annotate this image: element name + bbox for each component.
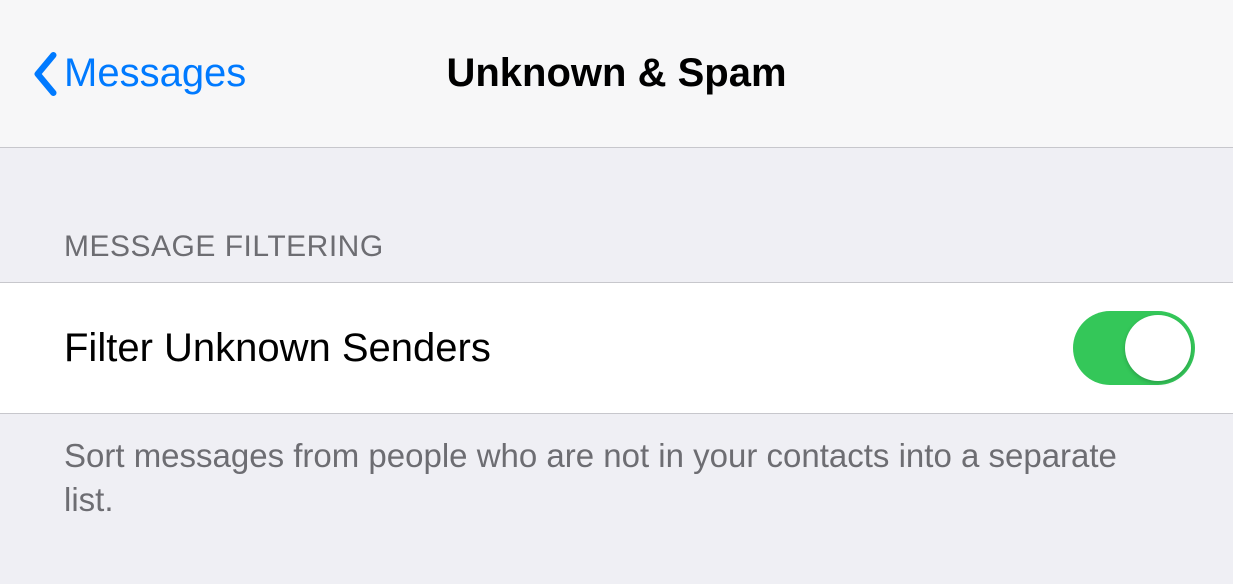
section-message-filtering: MESSAGE FILTERING Filter Unknown Senders…	[0, 148, 1233, 541]
toggle-knob	[1125, 315, 1191, 381]
section-header: MESSAGE FILTERING	[0, 148, 1233, 282]
row-filter-unknown-senders: Filter Unknown Senders	[0, 282, 1233, 414]
section-footer: Sort messages from people who are not in…	[0, 414, 1233, 541]
row-label: Filter Unknown Senders	[64, 326, 491, 371]
chevron-left-icon	[32, 52, 58, 96]
back-button[interactable]: Messages	[32, 51, 246, 96]
filter-unknown-senders-toggle[interactable]	[1073, 311, 1195, 385]
navigation-bar: Messages Unknown & Spam	[0, 0, 1233, 148]
back-label: Messages	[64, 51, 246, 96]
